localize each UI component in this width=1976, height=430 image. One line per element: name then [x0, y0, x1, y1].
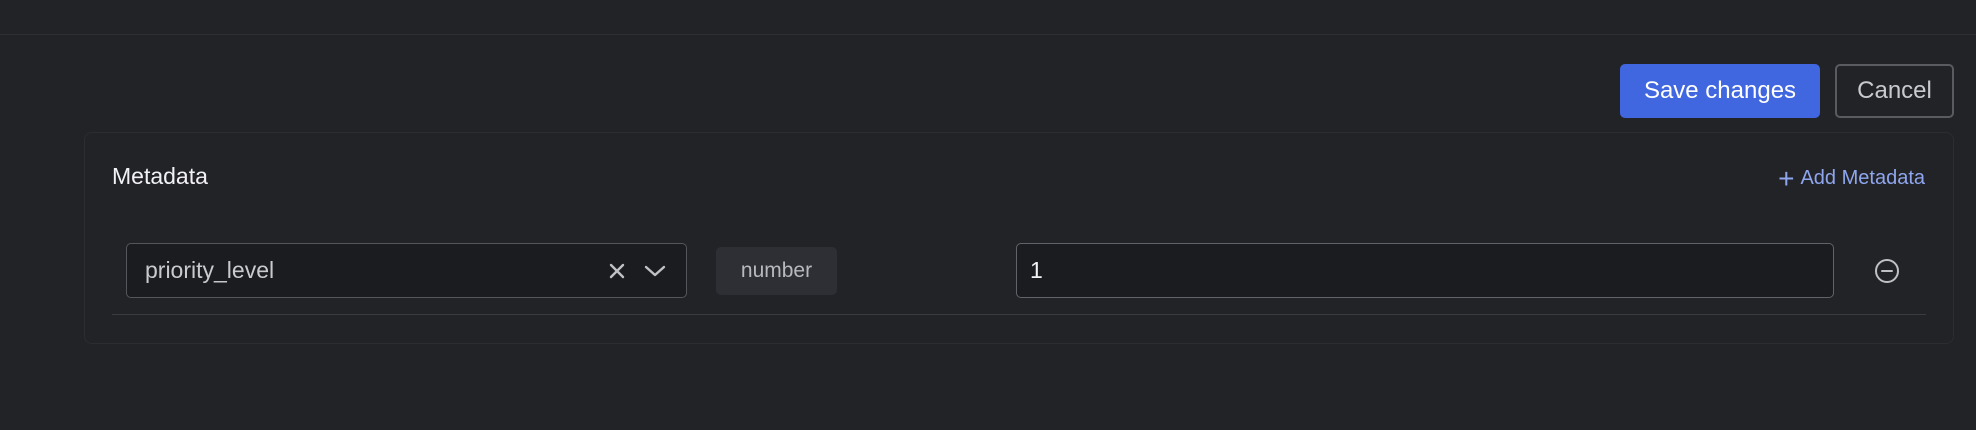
plus-icon: +: [1778, 162, 1795, 194]
metadata-value-input[interactable]: [1016, 243, 1834, 298]
metadata-title: Metadata: [112, 163, 208, 189]
add-metadata-label: Add Metadata: [1800, 167, 1925, 189]
add-metadata-button[interactable]: + Add Metadata: [1778, 162, 1925, 194]
metadata-row: priority_level number: [112, 243, 1926, 315]
top-bar: [0, 0, 1976, 35]
metadata-panel: Metadata + Add Metadata priority_level n…: [84, 132, 1954, 344]
save-changes-button[interactable]: Save changes: [1620, 64, 1820, 118]
metadata-type-badge: number: [716, 247, 837, 295]
chevron-down-icon[interactable]: [640, 256, 670, 286]
close-icon[interactable]: [602, 256, 632, 286]
action-bar: Save changes Cancel: [1620, 64, 1954, 118]
minus-circle-icon[interactable]: [1873, 257, 1901, 285]
metadata-key-select[interactable]: priority_level: [126, 243, 687, 298]
cancel-button[interactable]: Cancel: [1835, 64, 1954, 118]
